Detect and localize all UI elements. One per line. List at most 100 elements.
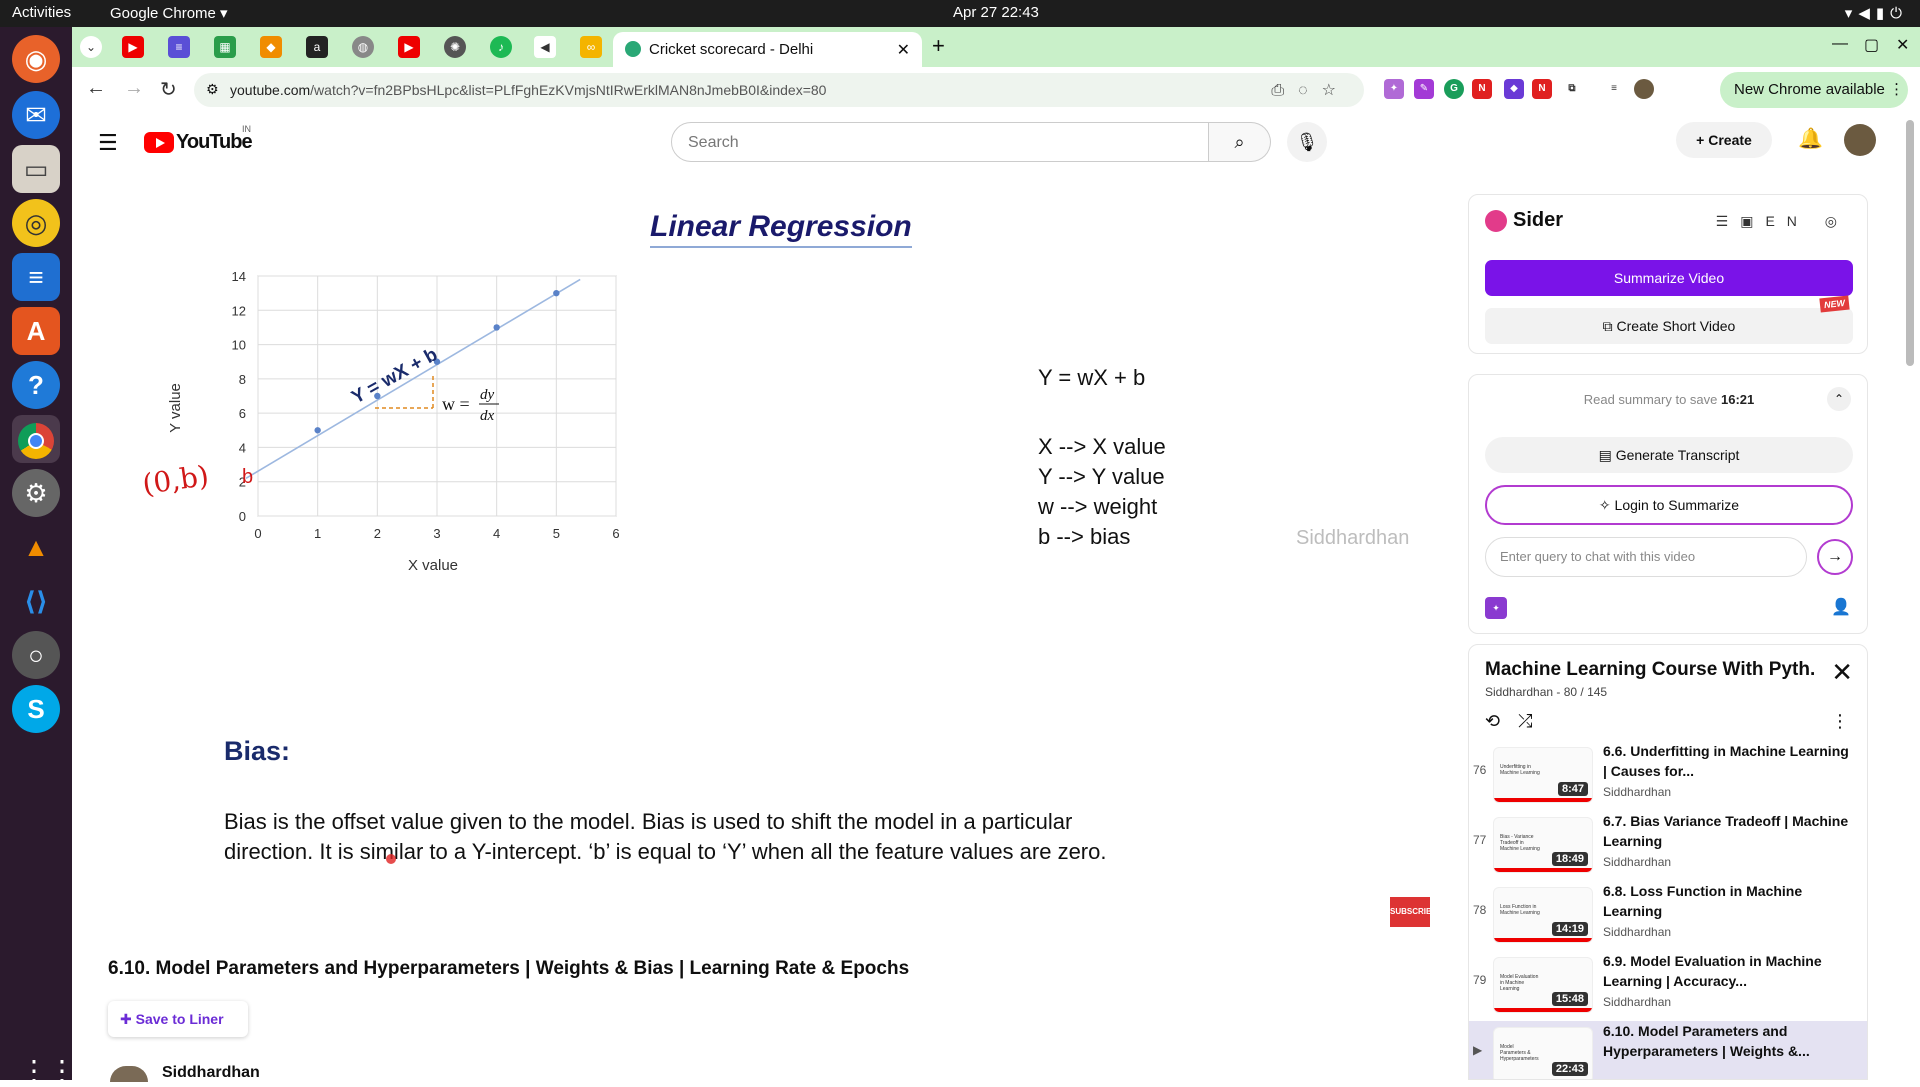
send-arrow-icon[interactable]: → <box>1817 539 1853 575</box>
chrome-icon[interactable] <box>12 415 60 463</box>
ext-new1-icon[interactable]: N <box>1472 79 1492 99</box>
thunderbird-icon[interactable]: ✉ <box>12 91 60 139</box>
bookmark-star-icon[interactable]: ☆ <box>1322 82 1350 99</box>
tab-active[interactable]: Cricket scorecard - Delhi ✕ <box>613 32 922 67</box>
skype-icon[interactable]: S <box>12 685 60 733</box>
language-select[interactable]: EN <box>1765 213 1808 229</box>
ext-sider-icon[interactable]: ✦ <box>1384 79 1404 99</box>
tab-audio-icon[interactable]: ◀ <box>534 36 556 58</box>
new-chrome-button[interactable]: New Chrome available ⋮ <box>1720 72 1908 108</box>
address-bar[interactable]: ⚙ youtube.com/watch?v=fn2BPbsHLpc&list=P… <box>194 73 1364 107</box>
hamburger-menu-icon[interactable]: ☰ <box>98 130 118 156</box>
y-tick-label: 12 <box>232 303 246 318</box>
firefox-icon[interactable]: ◉ <box>12 35 60 83</box>
ext-new2-icon[interactable]: N <box>1532 79 1552 99</box>
tab-openai-icon[interactable]: ✺ <box>444 36 466 58</box>
data-point <box>314 427 321 434</box>
install-icon[interactable]: ⎙ <box>1271 82 1298 99</box>
files-icon[interactable]: ▭ <box>12 145 60 193</box>
ext-pen-icon[interactable]: ✎ <box>1414 79 1434 99</box>
search-input[interactable]: Search <box>671 122 1209 162</box>
tab-search-menu-icon[interactable]: ≡ <box>1604 79 1624 99</box>
tab-search-icon[interactable]: ⌄ <box>80 36 102 58</box>
app-grid-icon[interactable]: ⋮⋮ <box>20 1055 76 1087</box>
activities-button[interactable]: Activities <box>12 4 71 21</box>
minimize-icon[interactable]: — <box>1832 35 1848 53</box>
loop-icon[interactable]: ⟲ <box>1485 711 1518 731</box>
channel-name[interactable]: Siddhardhan <box>110 1064 260 1082</box>
thumbnail-text: Loss Function in Machine Learning <box>1500 904 1540 916</box>
chat-query-input[interactable]: Enter query to chat with this video <box>1485 537 1807 577</box>
tab-youtube2-icon[interactable]: ▶ <box>398 36 420 58</box>
back-icon[interactable]: ← <box>86 77 106 100</box>
search-button[interactable]: ⌕ <box>1209 122 1271 162</box>
playlist-item[interactable]: 78 Loss Function in Machine Learning 14:1… <box>1469 881 1867 951</box>
playlist-item-current[interactable]: ▶ Model Parameters & Hyperparameters 22:4… <box>1469 1021 1867 1079</box>
bias-heading: Bias: <box>224 736 291 766</box>
site-info-icon[interactable]: ⚙ <box>206 81 219 98</box>
collapse-chevron-icon[interactable]: ⌃ <box>1827 387 1851 411</box>
profile-avatar[interactable] <box>1634 79 1654 99</box>
battery-icon: ▮ <box>1875 5 1891 22</box>
window-close-icon[interactable]: ✕ <box>1896 35 1909 55</box>
app-center-icon[interactable]: A <box>12 307 60 355</box>
cursor-indicator <box>386 854 396 864</box>
tab-aws-icon[interactable]: a <box>306 36 328 58</box>
rhythmbox-icon[interactable]: ◎ <box>12 199 60 247</box>
sider-settings-icon[interactable]: ◎ <box>1825 213 1849 229</box>
ext-grammarly-icon[interactable]: G <box>1444 79 1464 99</box>
extensions-puzzle-icon[interactable]: ⧉ <box>1562 79 1582 99</box>
tab-spotify-icon[interactable]: ♪ <box>490 36 512 58</box>
writer-icon[interactable]: ≡ <box>12 253 60 301</box>
page-scrollbar[interactable] <box>1906 120 1914 366</box>
tab-docs-icon[interactable]: ≡ <box>168 36 190 58</box>
create-short-video-button[interactable]: ⧉ Create Short Video <box>1485 308 1853 344</box>
playlist-title[interactable]: Machine Learning Course With Pyth... <box>1485 659 1815 681</box>
settings-icon[interactable]: ⚙ <box>12 469 60 517</box>
youtube-logo[interactable]: YouTube <box>144 131 253 155</box>
tab-box-icon[interactable]: ◆ <box>260 36 282 58</box>
tab-link-icon[interactable]: ∞ <box>580 36 602 58</box>
menu-kebab-icon[interactable]: ⋮ <box>1889 81 1904 98</box>
list-icon[interactable]: ☰ <box>1716 213 1741 229</box>
video-player[interactable]: Linear Regression 0123456 0 2 4 6 8 10 12 14 X … <box>72 170 1452 927</box>
help-icon[interactable]: ? <box>12 361 60 409</box>
clock[interactable]: Apr 27 22:43 <box>953 4 1039 21</box>
playlist-item[interactable]: 76 Underfitting in Machine Learning 8:47 … <box>1469 741 1867 811</box>
maximize-icon[interactable]: ▢ <box>1864 35 1879 55</box>
reload-icon[interactable]: ↻ <box>160 77 177 102</box>
account-avatar[interactable] <box>1844 124 1876 156</box>
system-tray[interactable]: ▾◀▮⏻ <box>1845 4 1908 22</box>
voice-search-button[interactable]: 🎙 <box>1287 122 1327 162</box>
person-icon[interactable]: 👤 <box>1831 597 1851 617</box>
app-menu[interactable]: Google Chrome ▾ <box>110 4 228 22</box>
watermark: Siddhardhan <box>1296 527 1410 549</box>
save-to-liner-button[interactable]: ✚ Save to Liner <box>108 1001 248 1037</box>
eye-off-icon[interactable]: ◌ <box>1298 82 1322 99</box>
new-tab-button[interactable]: + <box>932 33 945 59</box>
caption-icon[interactable]: ▣ <box>1740 213 1765 229</box>
login-to-summarize-button[interactable]: ✧ Login to Summarize <box>1485 485 1853 525</box>
playlist-controls: ⟲⤮ <box>1485 711 1551 732</box>
playlist-close-icon[interactable]: ✕ <box>1831 657 1853 688</box>
shuffle-icon[interactable]: ⤮ <box>1518 711 1550 731</box>
vlc-icon[interactable]: ▲ <box>12 523 60 571</box>
tab-youtube-icon[interactable]: ▶ <box>122 36 144 58</box>
playlist-more-icon[interactable]: ⋮ <box>1831 711 1849 732</box>
tab-close-icon[interactable]: ✕ <box>897 40 910 60</box>
magnifier-icon[interactable]: ○ <box>12 631 60 679</box>
subscribe-watermark-button[interactable]: SUBSCRIBE <box>1390 897 1437 927</box>
sider-mini-icon[interactable]: ✦ <box>1485 597 1507 619</box>
vscode-icon[interactable]: ⟨⟩ <box>12 577 60 625</box>
tab-windows-icon[interactable]: ▦ <box>214 36 236 58</box>
ext-liner-icon[interactable]: ◆ <box>1504 79 1524 99</box>
tab-globe-icon[interactable]: ◍ <box>352 36 374 58</box>
line-equation-label: Y = wX + b <box>348 344 441 408</box>
notifications-bell-icon[interactable]: 🔔 <box>1798 126 1823 151</box>
playlist-item[interactable]: 79 Model Evaluation in Machine Learning 1… <box>1469 951 1867 1021</box>
forward-icon[interactable]: → <box>124 77 144 100</box>
create-button[interactable]: + Create <box>1676 122 1772 158</box>
generate-transcript-button[interactable]: ▤ Generate Transcript <box>1485 437 1853 473</box>
summarize-video-button[interactable]: Summarize Video <box>1485 260 1853 296</box>
playlist-item[interactable]: 77 Bias - Variance Tradeoff in Machine L… <box>1469 811 1867 881</box>
